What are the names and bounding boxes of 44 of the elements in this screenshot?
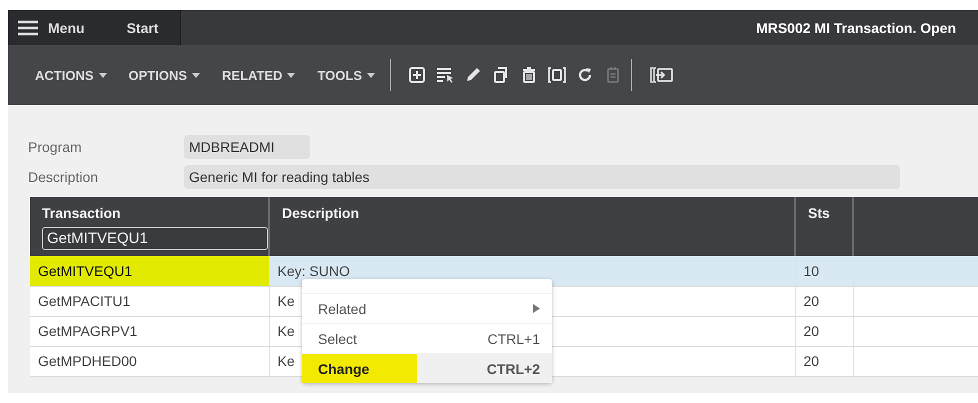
trash-icon <box>520 66 538 84</box>
menu-item[interactable]: Change CTRL+2 <box>302 353 552 383</box>
shortcut-label: CTRL+1 <box>487 330 540 346</box>
menu-item[interactable]: Select CTRL+1 <box>302 323 552 353</box>
field-label: Program <box>28 139 83 155</box>
table-cell: GetMPACITU1 <box>30 286 269 316</box>
caret-icon <box>98 72 106 78</box>
submenu-arrow-icon <box>533 304 540 313</box>
notepad-icon <box>604 66 622 84</box>
column-header: Description <box>269 197 795 256</box>
menu-item[interactable]: Related <box>302 293 552 323</box>
add-icon <box>408 66 426 84</box>
table-cell: GetMPAGRPV1 <box>30 316 269 346</box>
panel-enter-icon <box>649 65 673 85</box>
readonly-field: MDBREADMI <box>184 135 310 159</box>
table-cell: GetMITVEQU1 <box>30 256 269 286</box>
table-cell: 20 <box>795 286 853 316</box>
list-cursor-icon <box>436 66 454 84</box>
readonly-field: Generic MI for reading tables <box>184 165 900 189</box>
caret-icon <box>287 72 296 78</box>
caret-icon <box>367 72 375 78</box>
toolbar-menu[interactable]: TOOLS <box>306 68 386 82</box>
shortcut-label: CTRL+2 <box>486 360 540 376</box>
toolbar-menu[interactable]: OPTIONS <box>118 68 212 82</box>
field-label: Description <box>28 169 100 185</box>
bracketed-document-icon <box>548 66 566 84</box>
column-header: Transaction <box>42 205 122 221</box>
pencil-icon <box>464 66 482 84</box>
filter-field[interactable]: GetMITVEQU1 <box>42 227 268 250</box>
toolbar-menu[interactable]: ACTIONS <box>24 68 118 82</box>
table-cell: 20 <box>795 346 853 376</box>
menu-icon <box>18 20 38 36</box>
start-tab[interactable]: Start <box>104 10 182 45</box>
table-cell: 10 <box>795 256 853 286</box>
toolbar-menu[interactable]: RELATED <box>211 68 306 82</box>
table-cell: 20 <box>795 316 853 346</box>
window-title: MRS002 MI Transaction. Open <box>756 20 956 36</box>
caret-icon <box>192 72 200 78</box>
table-cell: GetMPDHED00 <box>30 346 269 376</box>
column-header: Sts <box>795 197 853 256</box>
refresh-icon <box>576 66 594 84</box>
table-row[interactable]: GetMITVEQU1 Key: SUNO 10 <box>30 256 978 286</box>
copy-icon <box>492 66 510 84</box>
menu-button[interactable]: Menu <box>8 10 105 45</box>
